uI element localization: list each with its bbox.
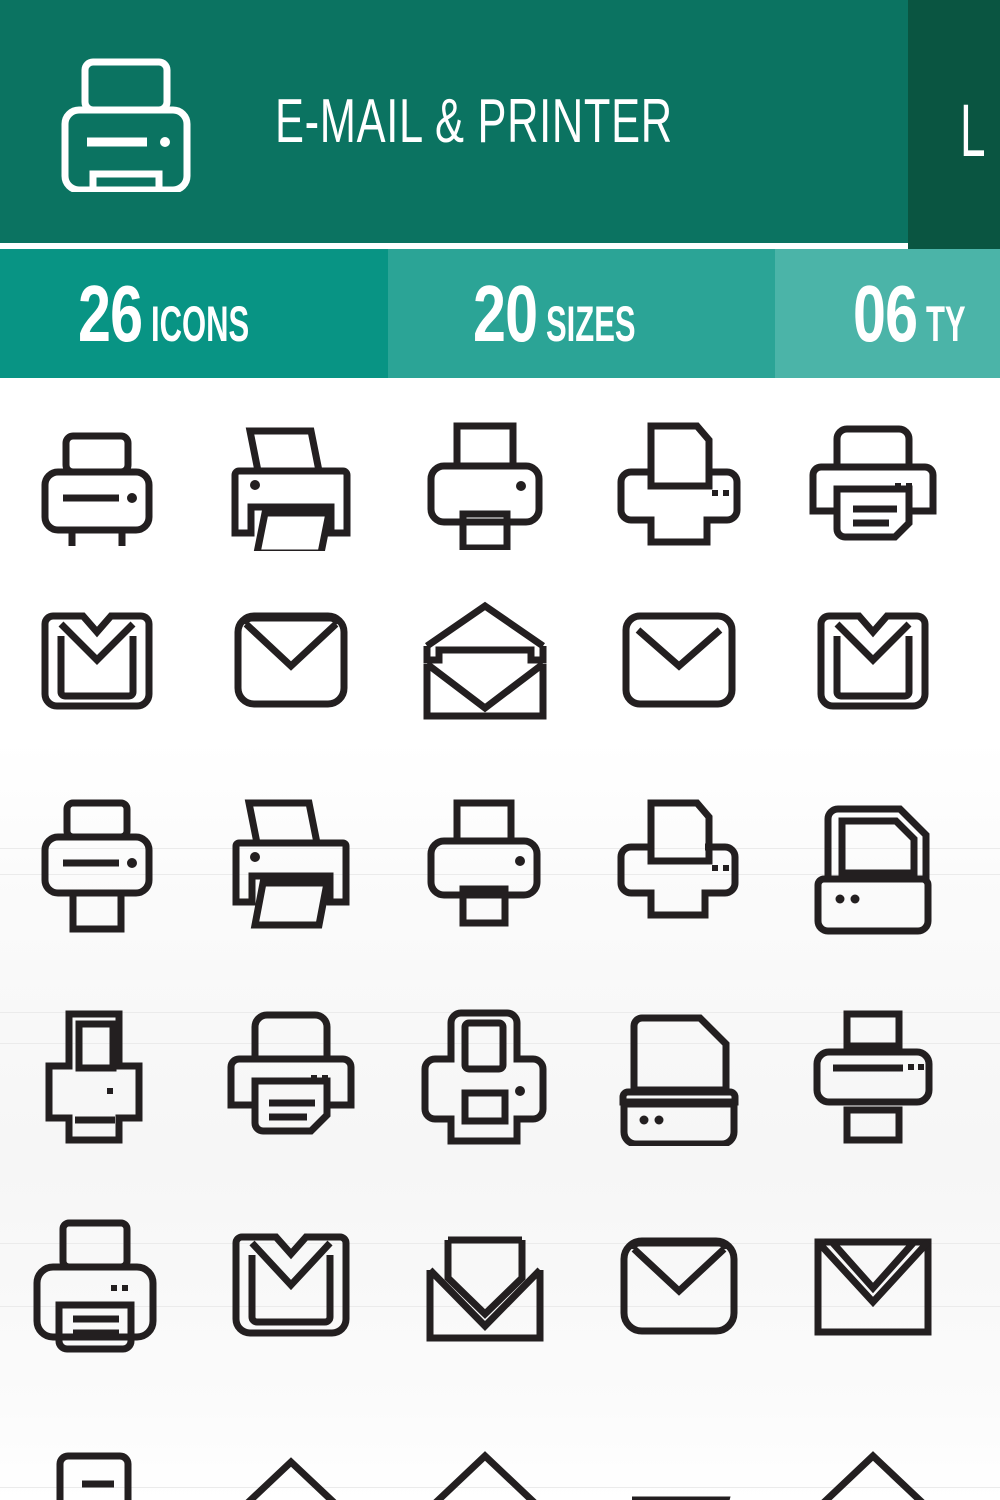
- icon-cell[interactable]: [970, 580, 1000, 740]
- printer-lines-doc-icon: [225, 999, 357, 1151]
- envelope-square-icon: [422, 1226, 548, 1344]
- icon-cell[interactable]: [582, 1440, 776, 1500]
- icon-row-3: [0, 780, 1000, 950]
- icon-cell[interactable]: [776, 1205, 970, 1365]
- icon-pack-preview: E-MAIL & PRINTER L 26 ICONS 20 SIZES 06 …: [0, 0, 1000, 1500]
- icon-cell[interactable]: [582, 390, 776, 570]
- icon-cell[interactable]: [194, 580, 388, 740]
- icon-cell[interactable]: [388, 390, 582, 570]
- icon-cell[interactable]: [0, 995, 194, 1155]
- header-banner: E-MAIL & PRINTER: [0, 0, 908, 243]
- envelope-rounded-icon: [230, 604, 352, 716]
- printer-document-icon: [613, 410, 745, 550]
- stat-label: TY: [925, 295, 966, 352]
- stat-sizes: 20 SIZES: [388, 249, 775, 378]
- icon-cell[interactable]: [0, 780, 194, 950]
- icon-cell[interactable]: [582, 780, 776, 950]
- icon-cell[interactable]: [388, 580, 582, 740]
- icon-cell: [970, 780, 1000, 950]
- stat-number: 20: [472, 268, 538, 358]
- icon-cell[interactable]: [194, 780, 388, 950]
- envelope-back-icon: [616, 1440, 742, 1500]
- printer-slot-icon: [33, 787, 161, 943]
- stat-label: ICONS: [151, 295, 250, 352]
- icon-cell[interactable]: [0, 1440, 194, 1500]
- icon-cell[interactable]: [776, 995, 970, 1155]
- icon-cell[interactable]: [388, 1205, 582, 1365]
- header-side-panel: L: [908, 0, 1000, 260]
- envelope-open-flap-icon: [810, 1440, 936, 1500]
- icon-cell[interactable]: [388, 995, 582, 1155]
- stat-number: 06: [853, 268, 918, 358]
- mail-open-fold-icon: [37, 602, 157, 718]
- printer-tray-icon: [421, 789, 549, 941]
- icon-cell: [970, 1205, 1000, 1365]
- icon-cell[interactable]: [582, 580, 776, 740]
- printer-document-icon: [615, 789, 743, 941]
- envelope-flat-icon: [810, 1228, 936, 1342]
- printer-paper-out-icon: [227, 785, 355, 945]
- envelope-rounded-icon: [616, 1227, 742, 1343]
- icon-cell[interactable]: [776, 1440, 970, 1500]
- printer-sheets-icon: [31, 1209, 163, 1361]
- printer-tray-icon: [419, 410, 551, 550]
- printer-wide-icon: [807, 1000, 939, 1150]
- icon-cell[interactable]: [776, 580, 970, 740]
- icon-cell[interactable]: [582, 995, 776, 1155]
- printer-icon: [55, 52, 205, 192]
- icon-cell[interactable]: [0, 580, 194, 740]
- printer-lines-icon: [807, 409, 939, 551]
- icon-cell[interactable]: [0, 390, 194, 570]
- printer-document-lines-icon: [34, 1440, 160, 1500]
- icon-row-2: [0, 580, 1000, 740]
- icon-cell: [970, 1440, 1000, 1500]
- icon-cell: [970, 995, 1000, 1155]
- printer-portrait-icon: [419, 999, 551, 1151]
- icon-row-4: [0, 995, 1000, 1155]
- envelope-flap-icon: [228, 1440, 354, 1500]
- icon-cell[interactable]: [388, 780, 582, 950]
- stat-label: SIZES: [545, 295, 636, 352]
- mail-v-fold-icon: [813, 602, 933, 718]
- envelope-flat-icon: [618, 604, 740, 716]
- icon-cell[interactable]: [388, 1440, 582, 1500]
- icon-cell[interactable]: [194, 1205, 388, 1365]
- icon-cell[interactable]: [194, 390, 388, 570]
- stat-types: 06 TY: [775, 249, 1000, 378]
- icon-cell[interactable]: [776, 390, 970, 570]
- stat-number: 26: [78, 268, 143, 358]
- icon-cell[interactable]: [194, 1440, 388, 1500]
- icon-cell[interactable]: [194, 995, 388, 1155]
- icon-cell[interactable]: [582, 1205, 776, 1365]
- printer-paper-out-icon: [225, 409, 357, 551]
- mail-open-fold-icon: [228, 1223, 354, 1347]
- copier-icon: [612, 1004, 746, 1146]
- icon-row-6: [0, 1440, 1000, 1500]
- printer-screen-icon: [31, 1000, 163, 1150]
- scanner-icon: [808, 795, 938, 935]
- stats-bar: 26 ICONS 20 SIZES 06 TY: [0, 249, 1000, 378]
- icon-row-5: [0, 1205, 1000, 1365]
- envelope-open-flap-icon: [422, 1440, 548, 1500]
- stat-icons: 26 ICONS: [0, 249, 388, 378]
- header-side-text: L: [960, 88, 987, 172]
- icon-cell[interactable]: [776, 780, 970, 950]
- printer-slot-icon: [31, 414, 163, 546]
- icon-cell[interactable]: [0, 1205, 194, 1365]
- envelope-open-icon: [421, 598, 549, 722]
- icon-cell[interactable]: [970, 390, 1000, 570]
- page-title: E-MAIL & PRINTER: [275, 87, 673, 156]
- icon-row-1: [0, 390, 1000, 570]
